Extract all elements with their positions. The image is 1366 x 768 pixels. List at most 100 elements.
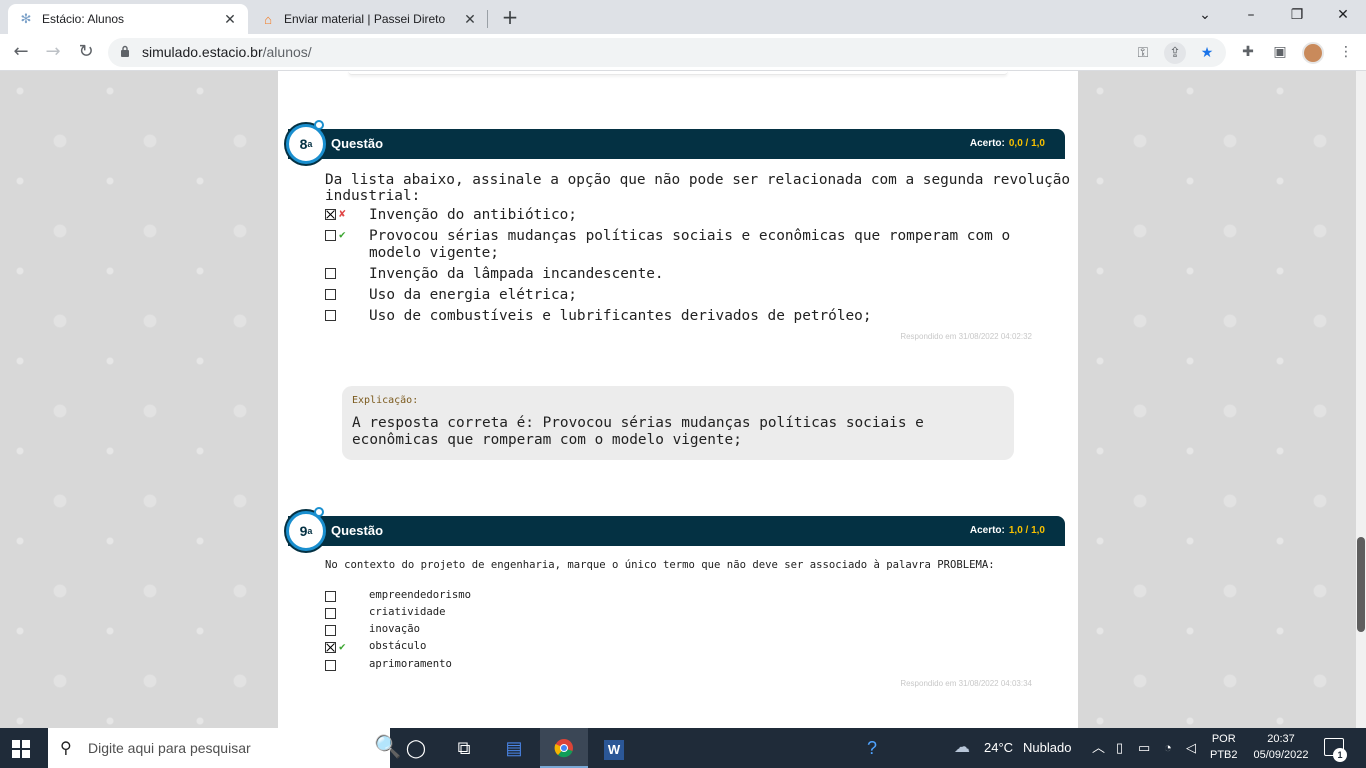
option-item[interactable]: empreendedorismo xyxy=(325,589,1025,602)
option-mark-spacer xyxy=(339,658,351,671)
globe-icon: ✻ xyxy=(20,11,32,26)
device-icon[interactable]: ▯ xyxy=(1116,728,1123,768)
question-8-header: Questão Acerto: 0,0 / 1,0 xyxy=(288,129,1065,159)
word-app-icon[interactable]: W xyxy=(590,728,638,768)
battery-icon[interactable]: ▭ xyxy=(1138,728,1150,768)
option-checkbox[interactable] xyxy=(325,660,336,671)
tab-passei-direto[interactable]: ⌂ Enviar material | Passei Direto ✕ xyxy=(250,4,488,34)
option-checkbox[interactable] xyxy=(325,230,336,241)
option-mark-spacer xyxy=(339,623,351,636)
option-checkbox[interactable] xyxy=(325,289,336,300)
url-path: /alunos/ xyxy=(262,44,312,60)
tray-chevron-up-icon[interactable]: ︿ xyxy=(1092,728,1105,768)
share-icon[interactable]: ⇪ xyxy=(1164,42,1186,64)
question-number-suffix: a xyxy=(307,139,313,149)
option-text: aprimoramento xyxy=(369,658,452,670)
input-language[interactable]: POR PTB2 xyxy=(1210,731,1238,763)
question-prompt: Da lista abaixo, assinale a opção que nã… xyxy=(325,172,1071,204)
scrollbar-thumb[interactable] xyxy=(1357,537,1365,632)
browser-tabstrip: ✻ Estácio: Alunos ✕ ⌂ Enviar material | … xyxy=(0,0,1366,34)
cortana-circle-icon[interactable]: ◯ xyxy=(392,728,440,768)
weather-temp[interactable]: 24°C xyxy=(984,728,1013,768)
option-item[interactable]: ✔ obstáculo xyxy=(325,640,1025,653)
explanation-text: A resposta correta é: Provocou sérias mu… xyxy=(352,415,924,448)
option-item[interactable]: Uso de combustíveis e lubrificantes deri… xyxy=(325,308,1025,325)
question-label: Questão xyxy=(331,523,384,538)
profile-avatar[interactable] xyxy=(1302,42,1324,64)
option-item[interactable]: ✔ Provocou sérias mudanças políticas soc… xyxy=(325,228,1025,262)
tab-search-chevron-icon[interactable]: ⌄ xyxy=(1182,4,1228,28)
question-number-badge: 8a xyxy=(286,124,326,164)
score-value: 0,0 / 1,0 xyxy=(1008,138,1045,149)
option-checkbox[interactable] xyxy=(325,310,336,321)
search-icon: ⚲ xyxy=(60,740,72,757)
option-text: Invenção da lâmpada incandescente. xyxy=(369,266,664,282)
question-score: Acerto: 1,0 / 1,0 xyxy=(970,525,1045,536)
forward-arrow-icon[interactable]: → xyxy=(40,40,66,66)
question-label: Questão xyxy=(331,136,384,151)
system-clock[interactable]: 20:37 05/09/2022 xyxy=(1246,731,1316,763)
option-item[interactable]: aprimoramento xyxy=(325,658,1025,671)
wifi-icon[interactable]: ◔ xyxy=(1164,728,1172,768)
notification-count: 1 xyxy=(1333,748,1347,762)
windows-start-icon[interactable] xyxy=(12,740,30,758)
extensions-puzzle-icon[interactable]: ✚ xyxy=(1236,41,1260,65)
badge-dot xyxy=(314,507,324,517)
option-text: Uso da energia elétrica; xyxy=(369,287,577,303)
option-checkbox[interactable] xyxy=(325,591,336,602)
page-viewport: Questão Acerto: 0,0 / 1,0 8a Da lista aba… xyxy=(0,71,1356,728)
option-checkbox[interactable] xyxy=(325,642,336,653)
option-text: empreendedorismo xyxy=(369,589,472,601)
help-question-icon[interactable]: ? xyxy=(848,728,896,768)
bookmark-star-icon[interactable]: ★ xyxy=(1196,42,1218,64)
option-checkbox[interactable] xyxy=(325,268,336,279)
tab-title: Estácio: Alunos xyxy=(42,12,125,26)
cloud-weather-icon[interactable]: ☁ xyxy=(954,728,970,768)
answered-timestamp: Respondido em 31/08/2022 04:03:34 xyxy=(900,679,1032,688)
new-tab-button[interactable]: + xyxy=(498,6,522,30)
chrome-app-icon[interactable] xyxy=(540,728,588,768)
clock-date: 05/09/2022 xyxy=(1253,749,1309,761)
option-text: obstáculo xyxy=(369,640,427,652)
tab-title: Enviar material | Passei Direto xyxy=(284,12,446,26)
option-item[interactable]: Uso da energia elétrica; xyxy=(325,287,1025,304)
printer-app-icon[interactable]: ▤ xyxy=(490,728,538,768)
back-arrow-icon[interactable]: ← xyxy=(8,40,34,66)
option-checkbox[interactable] xyxy=(325,625,336,636)
question-number: 9 xyxy=(299,523,308,539)
taskbar-search-box[interactable]: ⚲ Digite aqui para pesquisar 🔍 xyxy=(48,728,401,768)
previous-explanation-edge xyxy=(348,71,1008,75)
side-panel-icon[interactable]: ▣ xyxy=(1268,41,1292,65)
tab-estacio-alunos[interactable]: ✻ Estácio: Alunos ✕ xyxy=(8,4,248,34)
lock-icon xyxy=(121,45,129,57)
volume-icon[interactable]: ◁ xyxy=(1186,728,1196,768)
option-item[interactable]: Invenção da lâmpada incandescente. xyxy=(325,266,1025,283)
tab-close-icon[interactable]: ✕ xyxy=(222,11,238,28)
option-text: Uso de combustíveis e lubrificantes deri… xyxy=(369,308,872,324)
close-window-button[interactable]: ✕ xyxy=(1320,4,1366,28)
option-item[interactable]: inovação xyxy=(325,623,1025,636)
restore-button[interactable]: ❐ xyxy=(1274,4,1320,28)
minimize-button[interactable]: – xyxy=(1228,4,1274,28)
badge-dot xyxy=(314,120,324,130)
option-text: Provocou sérias mudanças políticas socia… xyxy=(369,228,1011,261)
keyboard-layout: PTB2 xyxy=(1210,749,1238,761)
tab-close-icon[interactable]: ✕ xyxy=(462,11,478,28)
score-value: 1,0 / 1,0 xyxy=(1008,525,1045,536)
explanation-label: Explicação: xyxy=(352,395,419,406)
task-view-icon[interactable]: ⧉ xyxy=(440,728,488,768)
key-icon[interactable]: ⚿ xyxy=(1132,42,1154,64)
weather-desc[interactable]: Nublado xyxy=(1023,728,1071,768)
address-bar[interactable]: simulado.estacio.br/alunos/ ⚿ ⇪ ★ xyxy=(108,38,1226,67)
word-logo-icon: W xyxy=(604,740,624,760)
score-label: Acerto: xyxy=(969,138,1005,149)
option-item[interactable]: ✘ Invenção do antibiótico; xyxy=(325,207,1025,224)
option-item[interactable]: criatividade xyxy=(325,606,1025,619)
explanation-box: Explicação: A resposta correta é: Provoc… xyxy=(342,386,1014,460)
option-mark-spacer xyxy=(339,308,351,325)
reload-icon[interactable]: ↻ xyxy=(73,40,99,66)
browser-menu-icon[interactable]: ⋮ xyxy=(1334,41,1358,65)
option-checkbox[interactable] xyxy=(325,209,336,220)
option-checkbox[interactable] xyxy=(325,608,336,619)
taskbar-search-placeholder: Digite aqui para pesquisar xyxy=(88,740,251,756)
